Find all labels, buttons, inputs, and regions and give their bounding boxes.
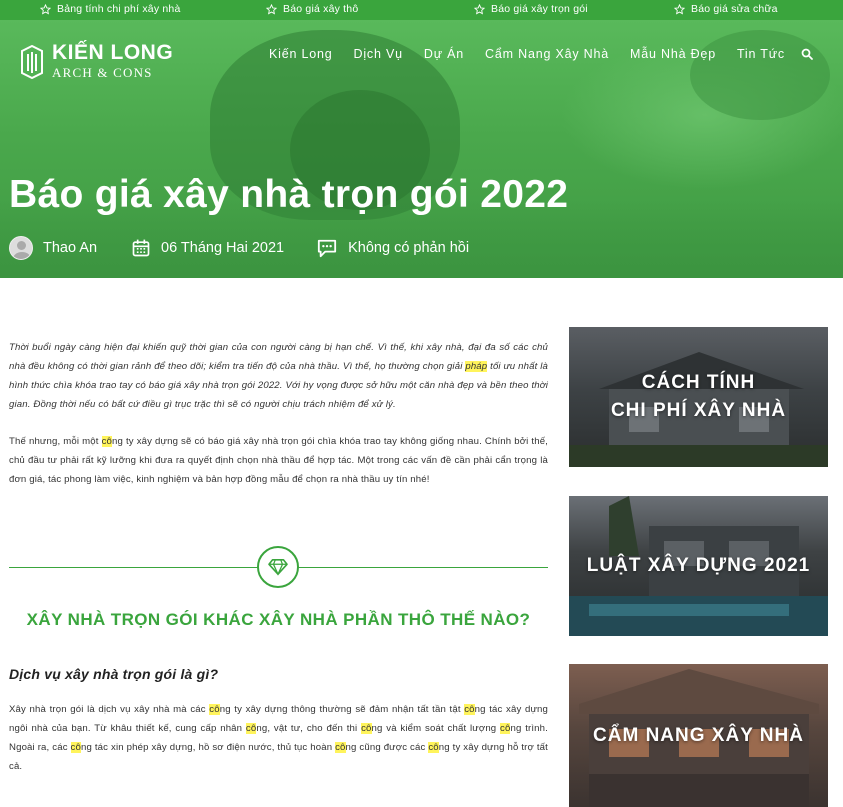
top-link-tron-goi[interactable]: Báo giá xây trọn gói (474, 3, 588, 15)
post-date: 06 Tháng Hai 2021 (131, 238, 284, 258)
card-line: LUẬT XÂY DỰNG 2021 (586, 555, 811, 576)
card-label: CẨM NANG XÂY NHÀ (593, 722, 804, 750)
text-run: ng và kiểm soát chất lượng (371, 723, 501, 734)
highlight-run: cô (101, 436, 113, 447)
top-link-label: Báo giá xây thô (283, 3, 359, 15)
card-label: CÁCH TÍNH CHI PHÍ XÂY NHÀ (611, 369, 786, 425)
logo-subtitle: ARCH & CONS (52, 65, 153, 80)
intro-paragraph: Thời buổi ngày càng hiện đại khiến quỹ t… (9, 338, 548, 414)
sidebar-card-chi-phi[interactable]: CÁCH TÍNH CHI PHÍ XÂY NHÀ (569, 327, 828, 467)
main-nav: Kiến Long Dịch Vụ Dự Án Cẩm Nang Xây Nhà… (269, 47, 806, 61)
text-run: ng tác xin phép xây dựng, hồ sơ điện nướ… (80, 742, 336, 753)
page-title: Báo giá xây nhà trọn gói 2022 (9, 173, 569, 216)
nav-item-du-an[interactable]: Dự Án (424, 47, 464, 61)
divider-badge (257, 546, 299, 588)
paragraph-2: Thế nhưng, mỗi một công ty xây dựng sẽ c… (9, 432, 548, 489)
card-label: LUẬT XÂY DỰNG 2021 (587, 552, 810, 580)
author-name: Thao An (43, 240, 98, 256)
nav-item-mau-nha-dep[interactable]: Mẫu Nhà Đẹp (630, 47, 716, 61)
top-link-label: Báo giá xây trọn gói (491, 3, 588, 15)
text-run: ng cũng được các (345, 742, 429, 753)
star-icon (266, 3, 277, 15)
subsection-heading: Dịch vụ xây nhà trọn gói là gì? (9, 666, 219, 682)
sidebar-card-cam-nang[interactable]: CẨM NANG XÂY NHÀ (569, 664, 828, 807)
text-run: ng ty xây dựng thông thường sẽ đảm nhận … (219, 704, 465, 715)
avatar (9, 236, 33, 260)
post-meta: Thao An 06 Tháng Hai 2021 Không có phản … (9, 236, 469, 260)
site-logo[interactable]: KIẾN LONG ARCH & CONS (20, 42, 173, 81)
card-line: CHI PHÍ XÂY NHÀ (610, 400, 787, 421)
text-run: ng, vật tư, cho đến thi (256, 723, 362, 734)
highlight-run: pháp (465, 361, 488, 372)
top-link-label: Báo giá sửa chữa (691, 3, 778, 15)
comments-text: Không có phản hồi (348, 240, 470, 256)
diamond-icon (268, 558, 288, 576)
highlight-run: cô (209, 704, 220, 715)
top-link-bar: Bảng tính chi phí xây nhà Báo giá xây th… (0, 0, 843, 20)
highlight-run: cô (335, 742, 346, 753)
nav-item-kien-long[interactable]: Kiến Long (269, 47, 333, 61)
highlight-run: cô (464, 704, 475, 715)
sidebar-card-luat-xay-dung[interactable]: LUẬT XÂY DỰNG 2021 (569, 496, 828, 636)
nav-item-dich-vu[interactable]: Dịch Vụ (354, 47, 403, 61)
star-icon (674, 3, 685, 15)
highlight-run: cô (500, 723, 511, 734)
star-icon (40, 3, 51, 15)
text-run: Xây nhà trọn gói là dịch vụ xây nhà mà c… (9, 704, 210, 715)
paragraph-3: Xây nhà trọn gói là dịch vụ xây nhà mà c… (9, 700, 548, 776)
top-link-sua-chua[interactable]: Báo giá sửa chữa (674, 3, 778, 15)
top-link-xay-tho[interactable]: Báo giá xây thô (266, 3, 358, 15)
highlight-run: cô (428, 742, 439, 753)
comments-link[interactable]: Không có phản hồi (316, 238, 469, 258)
nav-item-tin-tuc[interactable]: Tin Tức (737, 47, 785, 61)
highlight-run: cô (245, 723, 257, 734)
card-line: CÁCH TÍNH (641, 372, 756, 393)
date-text: 06 Tháng Hai 2021 (161, 240, 285, 256)
top-link-bang-tinh[interactable]: Bảng tính chi phí xây nhà (40, 3, 181, 15)
section-heading: XÂY NHÀ TRỌN GÓI KHÁC XÂY NHÀ PHẦN THÔ T… (26, 610, 531, 629)
highlight-run: cô (361, 723, 372, 734)
star-icon (474, 3, 485, 15)
text-run: Thế nhưng, mỗi một (9, 436, 102, 447)
hero-banner: KIẾN LONG ARCH & CONS Kiến Long Dịch Vụ … (0, 20, 843, 278)
card-line: CẨM NANG XÂY NHÀ (593, 724, 804, 746)
comment-icon (318, 239, 337, 258)
logo-mark-icon (21, 44, 43, 79)
highlight-run: cô (70, 742, 81, 753)
logo-name: KIẾN LONG (52, 41, 174, 64)
hero-bg-shape (690, 30, 830, 120)
search-icon[interactable] (801, 48, 813, 60)
calendar-icon (132, 239, 150, 257)
author[interactable]: Thao An (9, 236, 97, 260)
top-link-label: Bảng tính chi phí xây nhà (57, 3, 181, 15)
nav-item-cam-nang[interactable]: Cẩm Nang Xây Nhà (485, 47, 609, 61)
